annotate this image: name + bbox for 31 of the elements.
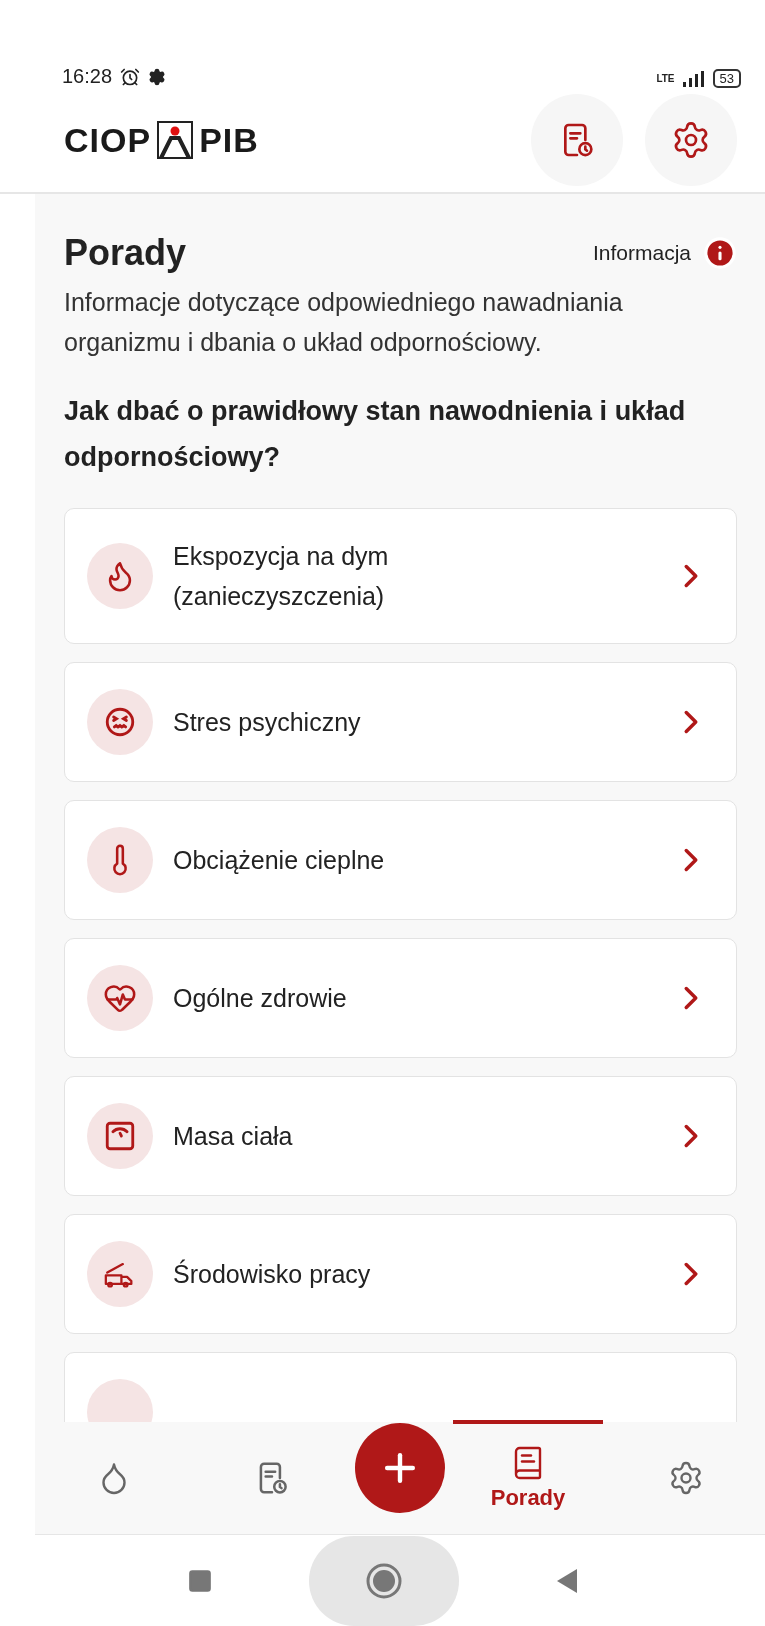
battery-level: 53 [712, 69, 741, 88]
topic-title: Obciążenie cieplne [173, 845, 386, 876]
logo-figure-icon [157, 121, 194, 159]
logo-text: CIOP [64, 120, 152, 160]
settings-icon [148, 67, 167, 86]
square-icon [186, 1567, 213, 1594]
alarm-icon [120, 66, 141, 87]
topic-card[interactable]: Stres psychiczny [64, 662, 737, 782]
info-link[interactable]: Informacja [592, 236, 737, 270]
topic-title: Środowisko pracy [173, 1258, 372, 1290]
topic-title: Stres psychiczny [173, 707, 362, 738]
page-description: Informacje dotyczące odpowiedniego nawadniania organizmu i dbania o układ odpornościowy. [64, 287, 624, 358]
topic-title: Ekspozycja na dym (zanieczyszczenia) [173, 541, 390, 612]
settings-icon [668, 1460, 704, 1496]
status-time: 16:28 [62, 65, 113, 88]
topic-card[interactable]: Środowisko pracy [64, 1214, 737, 1334]
logo-text: PIB [199, 120, 259, 160]
page-title: Porady [64, 232, 187, 274]
topic-card[interactable]: Obciążenie cieplne [64, 800, 737, 920]
network-type: LTE [656, 73, 675, 84]
section-heading: Jak dbać o prawidłowy stan nawodnienia i układ odpornościowy? [64, 395, 687, 474]
topic-title: Masa ciała [173, 1121, 294, 1152]
info-icon [703, 236, 737, 270]
topic-card[interactable]: Masa ciała [64, 1076, 737, 1196]
topic-card[interactable]: Ekspozycja na dym (zanieczyszczenia) [64, 508, 737, 644]
signal-icon [682, 70, 705, 87]
circle-icon [365, 1562, 402, 1599]
topic-title: Ogólne zdrowie [173, 983, 348, 1014]
topic-card[interactable]: Ogólne zdrowie [64, 938, 737, 1058]
scale-icon [103, 1119, 137, 1153]
stressed-face-icon [103, 705, 137, 739]
